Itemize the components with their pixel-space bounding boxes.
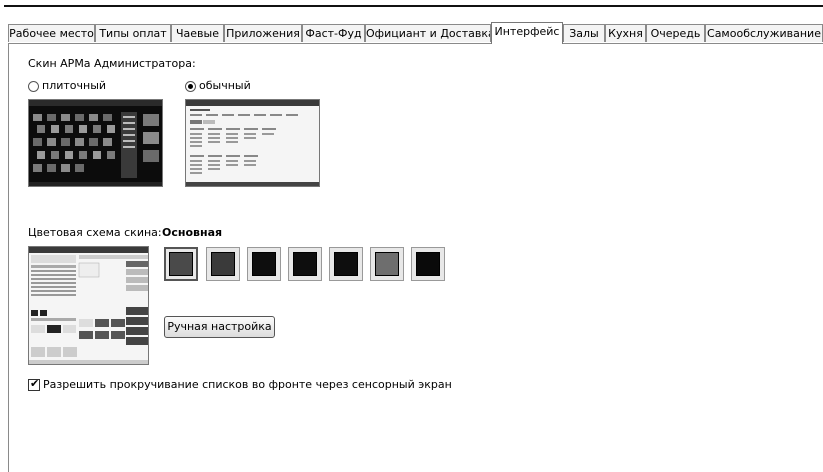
skin-preview-normal[interactable] [185,99,320,187]
scroll-touch-label: Разрешить прокручивание списков во фронт… [43,378,452,391]
tab-workplace[interactable]: Рабочее место [8,24,95,42]
color-scheme-value: Основная [162,226,223,239]
color-swatch-4[interactable] [288,247,322,281]
tab-kitchen[interactable]: Кухня [605,24,646,42]
tab-payment-types[interactable]: Типы оплат [95,24,171,42]
tab-applications[interactable]: Приложения [224,24,302,42]
tab-fast-food[interactable]: Фаст-Фуд [302,24,365,42]
skin-preview-tiled[interactable] [28,99,163,187]
tab-halls[interactable]: Залы [563,24,605,42]
color-scheme-preview [28,246,149,365]
tab-self-service[interactable]: Самообслуживание [705,24,823,42]
color-swatch-2[interactable] [206,247,240,281]
skin-radio-normal[interactable] [185,81,196,92]
skin-label: Скин АРМа Администратора: [28,57,196,70]
manual-settings-button[interactable]: Ручная настройка [164,316,275,338]
color-swatch-5[interactable] [329,247,363,281]
color-swatch-6[interactable] [370,247,404,281]
skin-radio-tiled[interactable] [28,81,39,92]
color-scheme-label: Цветовая схема скина: [28,226,162,239]
skin-option-tiled-label: плиточный [42,79,107,92]
scroll-touch-checkbox[interactable]: ✔ [28,377,40,391]
tab-tips[interactable]: Чаевые [171,24,224,42]
tab-queue[interactable]: Очередь [646,24,705,42]
color-swatch-1[interactable] [164,247,198,281]
color-swatch-3[interactable] [247,247,281,281]
tab-interface[interactable]: Интерфейс [491,22,563,44]
checkmark-icon: ✔ [30,377,40,390]
color-swatch-7[interactable] [411,247,445,281]
tab-bar: Рабочее место Типы оплат Чаевые Приложен… [8,22,823,44]
tab-waiter-delivery[interactable]: Официант и Доставка [365,24,491,42]
skin-option-normal-label: обычный [199,79,251,92]
